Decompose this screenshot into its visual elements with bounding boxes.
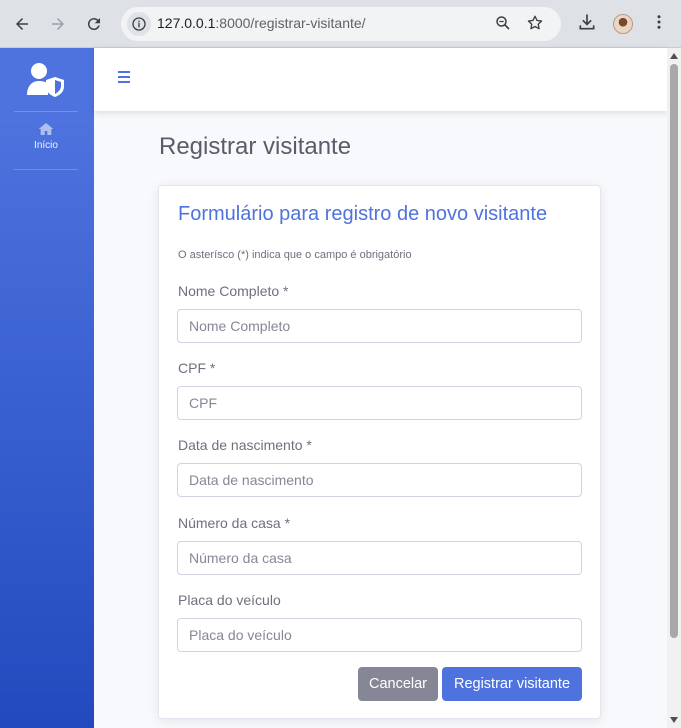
- vehicle-plate-label: Placa do veículo: [178, 592, 281, 608]
- birth-date-label: Data de nascimento *: [178, 437, 312, 453]
- reload-icon[interactable]: [80, 10, 108, 38]
- required-hint: O asterísco (*) indica que o campo é obr…: [178, 249, 412, 261]
- vehicle-plate-input[interactable]: [177, 618, 582, 652]
- sidebar-item-label: Início: [34, 140, 58, 151]
- user-shield-icon[interactable]: [26, 62, 68, 98]
- house-number-input[interactable]: [177, 541, 582, 575]
- profile-avatar[interactable]: [613, 14, 633, 34]
- topbar: [94, 48, 667, 111]
- forward-icon[interactable]: [44, 10, 72, 38]
- menu-dots-icon[interactable]: [650, 12, 668, 37]
- sidebar-divider: [14, 169, 78, 170]
- visitor-form-card: Formulário para registro de novo visitan…: [158, 185, 601, 719]
- page-title: Registrar visitante: [159, 133, 352, 160]
- full-name-label: Nome Completo *: [178, 283, 289, 299]
- sidebar-divider: [14, 111, 78, 112]
- site-info-icon[interactable]: [127, 12, 151, 36]
- birth-date-input[interactable]: [177, 463, 582, 497]
- url-path: :8000/registrar-visitante/: [215, 15, 366, 31]
- home-icon: [38, 123, 54, 135]
- scrollbar-thumb[interactable]: [670, 64, 678, 638]
- cpf-label: CPF *: [178, 360, 216, 376]
- hamburger-icon[interactable]: [118, 71, 134, 85]
- register-visitor-button[interactable]: Registrar visitante: [442, 667, 582, 701]
- scrollbar[interactable]: [667, 48, 681, 728]
- sidebar-item-inicio[interactable]: Início: [14, 122, 78, 162]
- star-icon[interactable]: [526, 14, 544, 37]
- url-text: 127.0.0.1:8000/registrar-visitante/: [157, 15, 366, 31]
- full-name-input[interactable]: [177, 309, 582, 343]
- cancel-button[interactable]: Cancelar: [358, 667, 438, 701]
- form-heading: Formulário para registro de novo visitan…: [178, 203, 548, 225]
- cpf-input[interactable]: [177, 386, 582, 420]
- scroll-down-icon[interactable]: [670, 717, 678, 723]
- download-icon[interactable]: [577, 12, 597, 37]
- sidebar: Início: [0, 48, 94, 728]
- url-host: 127.0.0.1: [157, 15, 216, 31]
- scroll-up-icon[interactable]: [670, 53, 678, 59]
- address-bar[interactable]: 127.0.0.1:8000/registrar-visitante/: [121, 7, 561, 41]
- zoom-icon[interactable]: [494, 14, 512, 37]
- house-number-label: Número da casa *: [178, 515, 291, 531]
- browser-toolbar: 127.0.0.1:8000/registrar-visitante/: [0, 0, 681, 48]
- back-icon[interactable]: [8, 10, 36, 38]
